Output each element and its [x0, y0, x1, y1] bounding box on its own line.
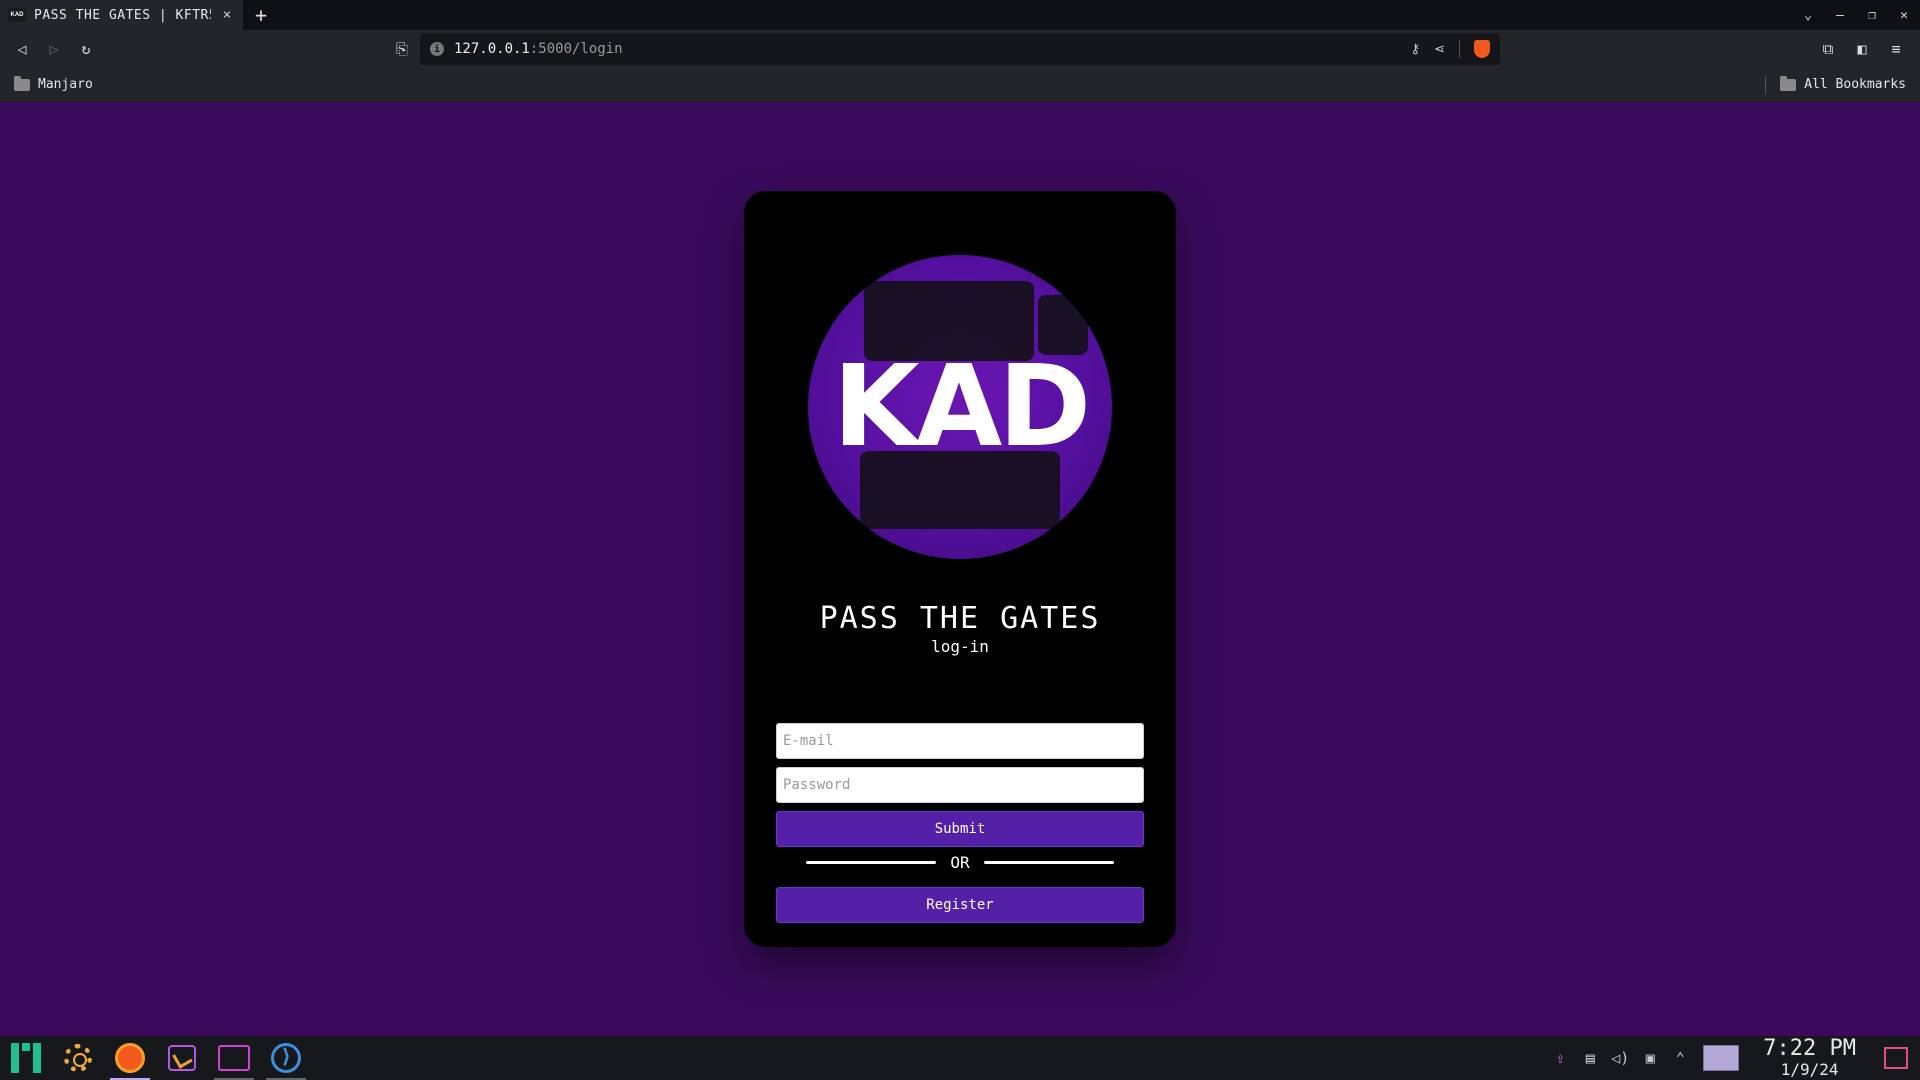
drawing-app-icon[interactable]: [156, 1036, 208, 1080]
bookmark-label: All Bookmarks: [1804, 77, 1906, 92]
window-controls: ⌄ – ❐ ✕: [1792, 0, 1920, 30]
file-manager-app-icon[interactable]: [208, 1036, 260, 1080]
brave-browser-app-icon[interactable]: [104, 1036, 156, 1080]
close-tab-icon[interactable]: ×: [219, 7, 235, 23]
bookmark-page-icon[interactable]: ⎘: [386, 33, 418, 65]
clock-date: 1/9/24: [1780, 1060, 1839, 1079]
bookmark-label: Manjaro: [38, 77, 93, 92]
url-path: :5000/login: [529, 41, 623, 57]
page-content: KAD PASS THE GATES log-in Submit OR Regi…: [0, 102, 1920, 1036]
password-key-icon[interactable]: ⚷: [1411, 42, 1421, 57]
vscode-icon: [271, 1043, 301, 1073]
site-info-icon[interactable]: i: [430, 42, 444, 56]
clipboard-icon[interactable]: ▤: [1575, 1036, 1605, 1080]
login-card: KAD PASS THE GATES log-in Submit OR Regi…: [744, 191, 1176, 947]
divider-line: [806, 860, 937, 864]
folder-icon: [1780, 75, 1797, 91]
taskbar: ⇪ ▤ ◁) ▣ ⌃ 7:22 PM 1/9/24: [0, 1036, 1920, 1080]
bookmarks-bar: Manjaro All Bookmarks: [0, 68, 1920, 102]
address-bar[interactable]: i 127.0.0.1 :5000/login ⚷ ⋖: [420, 33, 1500, 65]
expand-tray-icon[interactable]: ⌃: [1665, 1036, 1695, 1080]
or-divider: OR: [806, 850, 1115, 874]
email-field[interactable]: [776, 723, 1144, 759]
manjaro-logo: [11, 1043, 41, 1073]
clock-time: 7:22 PM: [1763, 1036, 1856, 1061]
reload-button[interactable]: ↻: [70, 33, 102, 65]
network-icon[interactable]: ▣: [1635, 1036, 1665, 1080]
virtual-desktop-pager[interactable]: [1703, 1045, 1740, 1071]
back-button[interactable]: ◁: [6, 33, 38, 65]
bookmark-folder-manjaro[interactable]: Manjaro: [0, 75, 107, 92]
sketch-icon: [168, 1045, 196, 1071]
system-tray: ⇪ ▤ ◁) ▣ ⌃ 7:22 PM 1/9/24: [1545, 1036, 1920, 1080]
close-window-icon[interactable]: ✕: [1888, 8, 1920, 23]
forward-button[interactable]: ▷: [38, 33, 70, 65]
logo-text: KAD: [832, 342, 1091, 472]
divider-line: [983, 860, 1115, 864]
manjaro-menu-icon[interactable]: [0, 1036, 52, 1080]
volume-icon[interactable]: ◁): [1605, 1036, 1635, 1080]
brave-lion-icon: [115, 1043, 145, 1073]
browser-tab[interactable]: KAD PASS THE GATES | KFTR5 ×: [0, 0, 243, 30]
vscode-app-icon[interactable]: [260, 1036, 312, 1080]
menu-icon[interactable]: ≡: [1880, 33, 1912, 65]
extensions-icon[interactable]: ⧉: [1812, 33, 1844, 65]
url-host: 127.0.0.1: [454, 41, 530, 57]
update-icon[interactable]: ⇪: [1545, 1036, 1575, 1080]
divider: [1459, 40, 1460, 58]
minimize-icon[interactable]: –: [1824, 8, 1856, 23]
submit-button[interactable]: Submit: [776, 811, 1144, 847]
tab-bar: KAD PASS THE GATES | KFTR5 × + ⌄ – ❐ ✕: [0, 0, 1920, 30]
kad-logo: KAD: [808, 255, 1112, 559]
tab-title: PASS THE GATES | KFTR5: [34, 7, 211, 23]
restore-icon[interactable]: ❐: [1856, 8, 1888, 23]
register-button[interactable]: Register: [776, 887, 1144, 923]
page-subtitle: log-in: [931, 637, 989, 656]
all-bookmarks-button[interactable]: All Bookmarks: [1766, 75, 1920, 92]
share-icon[interactable]: ⋖: [1434, 42, 1445, 57]
sidebar-toggle-icon[interactable]: ◧: [1846, 33, 1878, 65]
gear-icon: [64, 1044, 92, 1072]
settings-app-icon[interactable]: [52, 1036, 104, 1080]
brave-shields-icon[interactable]: [1474, 40, 1490, 58]
page-title: PASS THE GATES: [819, 601, 1101, 636]
folder-icon: [14, 75, 30, 91]
folder-icon: [218, 1045, 250, 1071]
browser-toolbar: ◁ ▷ ↻ ⎘ i 127.0.0.1 :5000/login ⚷ ⋖ ⧉ ◧ …: [0, 30, 1920, 68]
password-field[interactable]: [776, 767, 1144, 803]
kad-favicon-icon: KAD: [8, 8, 26, 22]
tab-list-dropdown-icon[interactable]: ⌄: [1792, 8, 1824, 23]
show-desktop-button[interactable]: [1884, 1047, 1908, 1069]
new-tab-button[interactable]: +: [243, 0, 279, 30]
clock[interactable]: 7:22 PM 1/9/24: [1763, 1038, 1856, 1078]
or-label: OR: [950, 852, 970, 872]
